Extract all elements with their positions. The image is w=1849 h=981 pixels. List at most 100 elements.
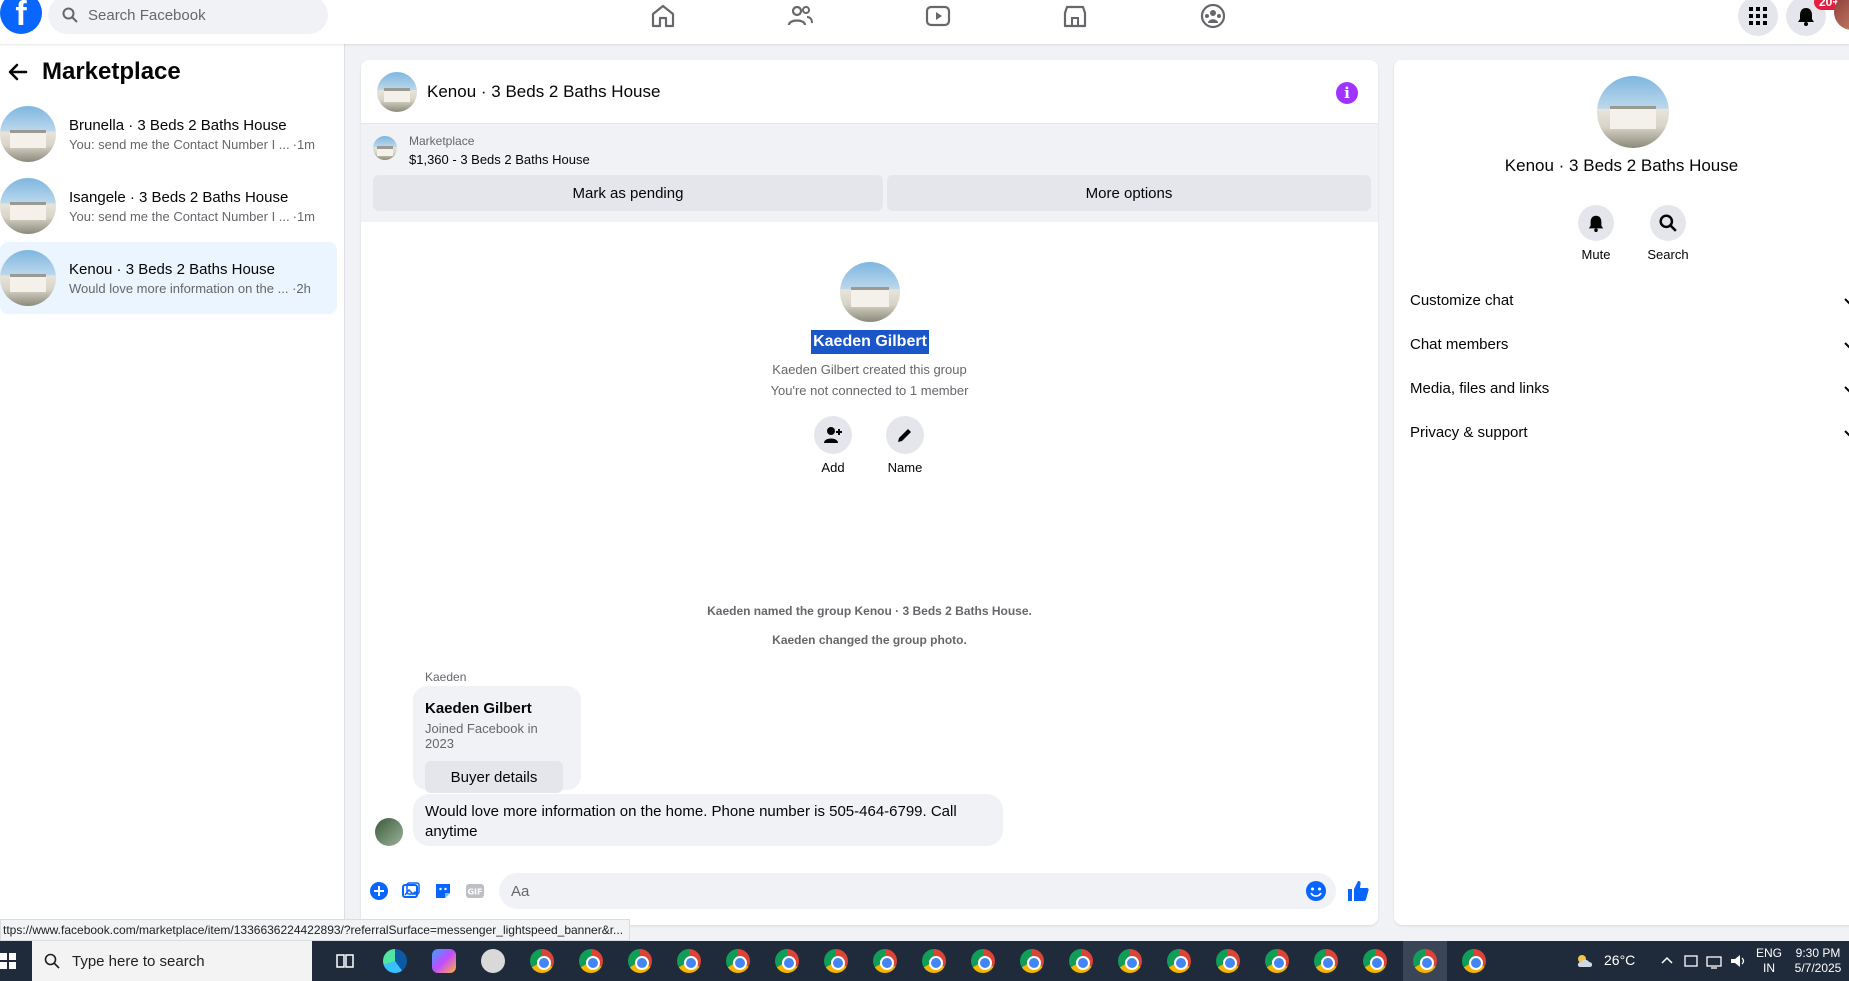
chat-info-panel: Kenou · 3 Beds 2 Baths House Mute Search…	[1394, 60, 1849, 925]
paint-icon[interactable]	[481, 949, 505, 973]
message-composer: GIF Aa	[361, 866, 1378, 916]
search-facebook-input[interactable]: Search Facebook	[48, 0, 328, 34]
sticker-icon[interactable]	[433, 881, 453, 901]
plus-circle-icon[interactable]	[369, 881, 389, 901]
meet-icon[interactable]	[1684, 953, 1698, 969]
groups-icon[interactable]	[1199, 2, 1227, 30]
photo-icon[interactable]	[401, 881, 421, 901]
chrome-icon[interactable]	[1020, 949, 1044, 973]
chrome-icon[interactable]	[1069, 949, 1093, 973]
emoji-icon[interactable]	[1305, 880, 1327, 902]
group-avatar	[840, 262, 900, 322]
chrome-icon[interactable]	[1118, 949, 1142, 973]
chrome-icon[interactable]	[775, 949, 799, 973]
media-files-links-item[interactable]: Media, files and links	[1410, 380, 1849, 397]
chrome-icon[interactable]	[530, 949, 554, 973]
conversation-avatar	[0, 250, 56, 306]
conversation-time: ·1m	[292, 136, 316, 152]
customize-chat-item[interactable]: Customize chat	[1410, 292, 1849, 309]
task-view-icon[interactable]	[336, 952, 354, 970]
clock[interactable]: 9:30 PM 5/7/2025	[1788, 946, 1848, 976]
chrome-icon[interactable]	[1265, 949, 1289, 973]
menu-grid-icon[interactable]	[1738, 0, 1778, 36]
chat-avatar[interactable]	[377, 71, 417, 112]
chrome-icon[interactable]	[873, 949, 897, 973]
sender-avatar[interactable]	[375, 818, 403, 846]
mute-button[interactable]: Mute	[1566, 205, 1626, 262]
conversation-preview: You: send me the Contact Number I ...	[69, 136, 289, 152]
chevron-down-icon	[1844, 297, 1849, 304]
language-indicator[interactable]: ENG IN	[1756, 946, 1782, 976]
chrome-icon[interactable]	[971, 949, 995, 973]
name-group-button[interactable]: Name	[875, 416, 935, 475]
info-icon[interactable]: i	[1336, 82, 1358, 104]
sender-name: Kaeden	[425, 670, 467, 684]
listing-price-title[interactable]: $1,360 - 3 Beds 2 Baths House	[409, 152, 590, 167]
sidebar-title: Marketplace	[42, 58, 181, 85]
buyer-joined: Joined Facebook in 2023	[425, 721, 538, 751]
chat-members-item[interactable]: Chat members	[1410, 336, 1849, 353]
copilot-icon[interactable]	[432, 949, 456, 973]
home-icon[interactable]	[649, 2, 677, 30]
volume-icon[interactable]	[1730, 953, 1748, 969]
message-bubble: Would love more information on the home.…	[413, 794, 1003, 846]
buyer-name: Kaeden Gilbert	[425, 700, 532, 717]
windows-start-icon[interactable]	[0, 953, 16, 969]
facebook-logo[interactable]: f	[0, 0, 42, 34]
search-in-chat-button[interactable]: Search	[1638, 205, 1698, 262]
pencil-icon	[898, 429, 911, 442]
chrome-icon[interactable]	[726, 949, 750, 973]
chat-title[interactable]: Kenou · 3 Beds 2 Baths House	[427, 82, 660, 102]
chat-info-avatar	[1597, 76, 1669, 148]
add-member-button[interactable]: Add	[803, 416, 863, 475]
chrome-icon[interactable]	[1413, 949, 1437, 973]
marketplace-icon[interactable]	[1061, 2, 1089, 30]
conversation-item-isangele[interactable]: Isangele · 3 Beds 2 Baths House You: sen…	[0, 170, 337, 242]
back-arrow-icon[interactable]	[8, 62, 28, 82]
mark-as-pending-button[interactable]: Mark as pending	[373, 175, 883, 211]
add-label: Add	[821, 460, 845, 475]
top-navigation-bar: f Search Facebook 20+	[0, 0, 1849, 44]
chrome-icon[interactable]	[677, 949, 701, 973]
search-icon	[44, 953, 60, 969]
network-icon[interactable]	[1706, 953, 1722, 969]
conversation-item-brunella[interactable]: Brunella · 3 Beds 2 Baths House You: sen…	[0, 98, 337, 170]
chrome-icon[interactable]	[1314, 949, 1338, 973]
link-status-url: ttps://www.facebook.com/marketplace/item…	[0, 919, 631, 941]
gif-icon[interactable]: GIF	[465, 881, 485, 901]
conversation-title: Kenou · 3 Beds 2 Baths House	[69, 260, 275, 278]
chat-info-title: Kenou · 3 Beds 2 Baths House	[1504, 156, 1739, 175]
taskbar-search-input[interactable]: Type here to search	[32, 941, 312, 981]
friends-icon[interactable]	[786, 2, 814, 30]
chrome-icon[interactable]	[1216, 949, 1240, 973]
more-options-button[interactable]: More options	[887, 175, 1371, 211]
weather-icon[interactable]	[1574, 952, 1596, 970]
edge-icon[interactable]	[383, 949, 407, 973]
chevron-down-icon	[1844, 341, 1849, 348]
chevron-up-icon[interactable]	[1660, 955, 1674, 965]
chrome-icon[interactable]	[1167, 949, 1191, 973]
system-message-photo: Kaeden changed the group photo.	[772, 633, 967, 647]
buyer-details-button[interactable]: Buyer details	[425, 761, 563, 793]
like-thumb-icon[interactable]	[1346, 879, 1370, 903]
chat-panel: Kenou · 3 Beds 2 Baths House i Marketpla…	[361, 60, 1378, 925]
conversation-title: Brunella · 3 Beds 2 Baths House	[69, 116, 287, 134]
conversation-avatar	[0, 106, 56, 162]
connection-status-text: You're not connected to 1 member	[770, 383, 969, 398]
chrome-icon[interactable]	[922, 949, 946, 973]
chrome-icon[interactable]	[579, 949, 603, 973]
chrome-icon[interactable]	[628, 949, 652, 973]
chrome-icon[interactable]	[1363, 949, 1387, 973]
listing-thumbnail[interactable]	[373, 136, 397, 160]
message-input[interactable]: Aa	[499, 873, 1336, 909]
add-person-icon	[824, 427, 842, 443]
chevron-down-icon	[1844, 429, 1849, 436]
temperature[interactable]: 26°C	[1604, 953, 1635, 968]
chevron-down-icon	[1844, 385, 1849, 392]
account-avatar[interactable]	[1834, 0, 1849, 30]
conversation-item-kenou[interactable]: Kenou · 3 Beds 2 Baths House Would love …	[0, 242, 337, 314]
watch-icon[interactable]	[924, 2, 952, 30]
chrome-icon[interactable]	[824, 949, 848, 973]
chrome-icon[interactable]	[1462, 949, 1486, 973]
privacy-support-item[interactable]: Privacy & support	[1410, 424, 1849, 441]
